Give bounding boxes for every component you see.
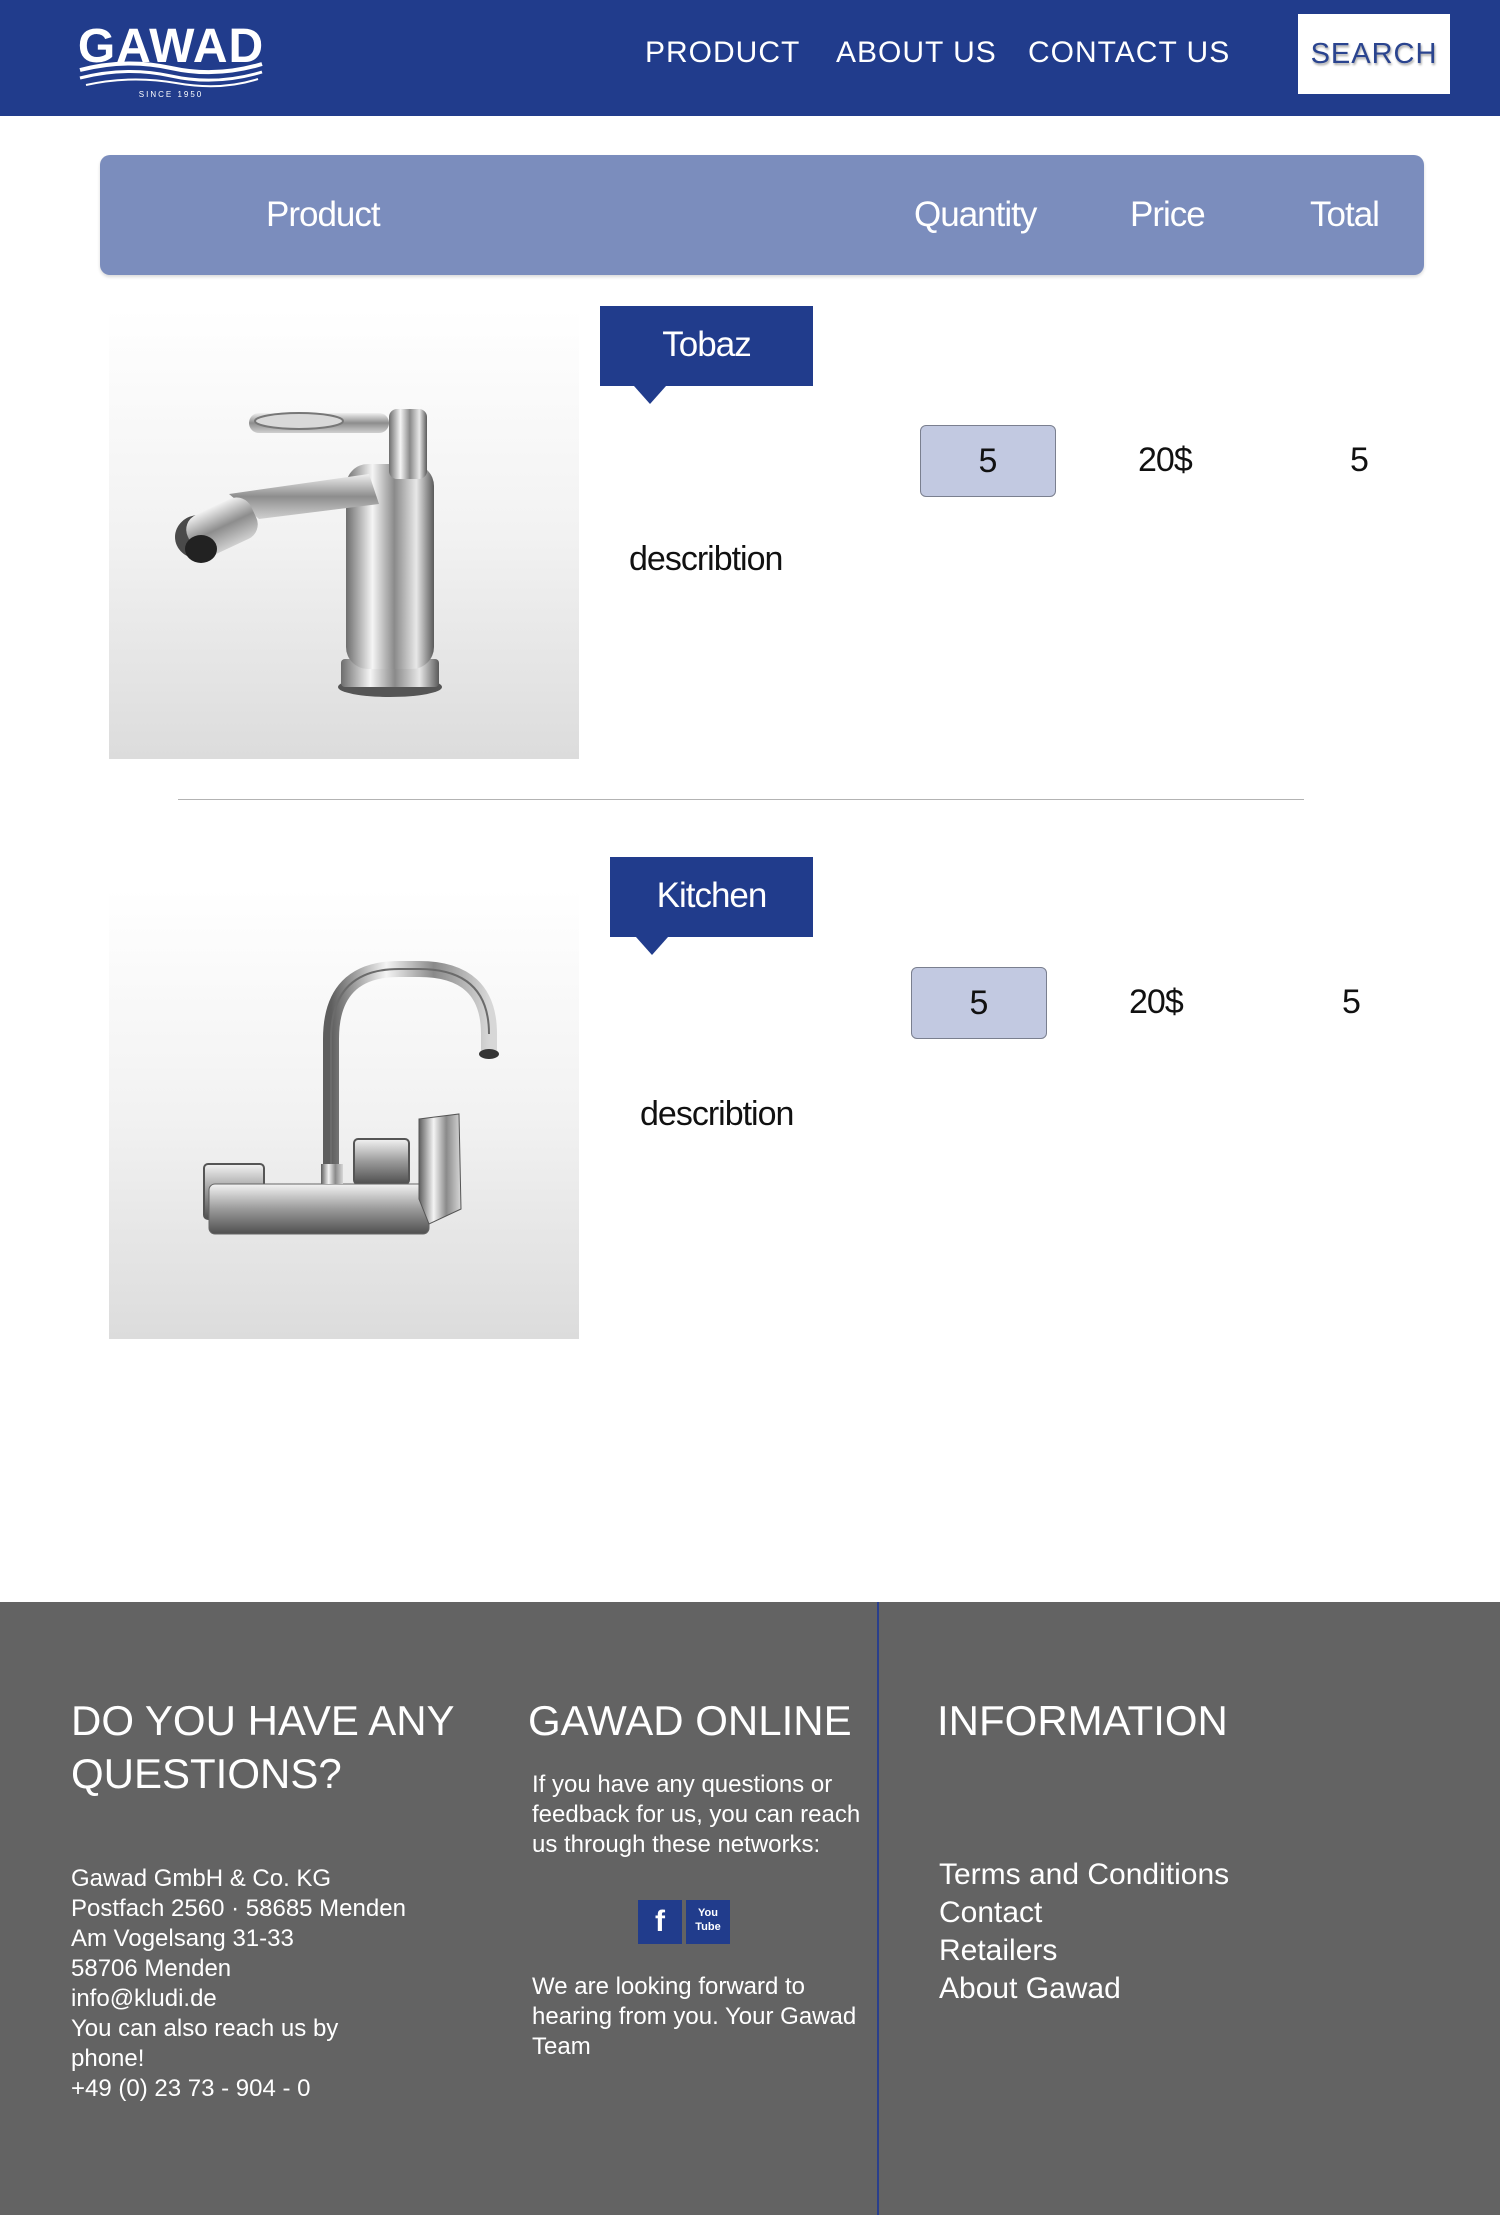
product-title-tag[interactable]: Kitchen	[610, 857, 813, 937]
gawad-logo[interactable]: GAWAD SINCE 1950	[76, 22, 266, 102]
quantity-input[interactable]	[920, 425, 1056, 497]
logo-waves-icon	[79, 61, 263, 88]
contact-link[interactable]: Contact	[939, 1894, 1339, 1932]
column-header-total: Total	[1310, 195, 1380, 234]
bidet-faucet-image	[175, 409, 442, 697]
nav-contact-us-link[interactable]: CONTACT US	[1028, 36, 1230, 70]
terms-link[interactable]: Terms and Conditions	[939, 1856, 1339, 1894]
product-total: 5	[1342, 983, 1361, 1021]
email-link[interactable]: info@kludi.de	[71, 1984, 411, 2014]
product-total: 5	[1350, 441, 1369, 479]
row-divider	[178, 799, 1304, 800]
product-image-bidet-faucet[interactable]	[109, 309, 579, 759]
nav-about-us-link[interactable]: ABOUT US	[836, 36, 997, 70]
footer-information-heading: INFORMATION	[937, 1697, 1228, 1744]
facebook-icon[interactable]: f	[638, 1900, 682, 1944]
phone-note: You can also reach us by phone!	[71, 2015, 339, 2072]
column-header-product: Product	[266, 195, 381, 234]
title-tag-pointer	[634, 386, 666, 404]
footer-contact-address: Gawad GmbH & Co. KG Postfach 2560 · 5868…	[71, 1864, 411, 2104]
street-address: Am Vogelsang 31-33	[71, 1925, 294, 1952]
top-navigation-bar: GAWAD SINCE 1950 PRODUCT ABOUT US CONTAC…	[0, 0, 1500, 116]
product-price: 20$	[1129, 983, 1184, 1021]
footer-online-heading: GAWAD ONLINE	[528, 1697, 852, 1744]
product-price: 20$	[1138, 441, 1193, 479]
company-name: Gawad GmbH & Co. KG	[71, 1865, 332, 1892]
footer-divider	[877, 1602, 879, 2215]
product-description: describtion	[640, 1095, 794, 1133]
product-description: describtion	[629, 540, 783, 578]
column-header-price: Price	[1130, 195, 1206, 234]
retailers-link[interactable]: Retailers	[939, 1932, 1339, 1970]
phone-number[interactable]: +49 (0) 23 73 - 904 - 0	[71, 2074, 411, 2104]
footer-questions-heading: DO YOU HAVE ANY QUESTIONS?	[71, 1697, 454, 1797]
column-header-quantity: Quantity	[914, 195, 1037, 234]
footer-online-outro: We are looking forward to hearing from y…	[532, 1973, 857, 2060]
nav-product-link[interactable]: PRODUCT	[645, 36, 800, 70]
product-image-kitchen-faucet[interactable]	[109, 889, 579, 1339]
title-tag-pointer	[636, 937, 668, 955]
youtube-icon[interactable]: You Tube	[686, 1900, 730, 1944]
quantity-input[interactable]	[911, 967, 1047, 1039]
logo-tagline: SINCE 1950	[138, 90, 204, 99]
about-gawad-link[interactable]: About Gawad	[939, 1970, 1339, 2008]
cart-table-header: Product Quantity Price Total	[100, 155, 1424, 275]
product-title-tag[interactable]: Tobaz	[600, 306, 813, 386]
city: 58706 Menden	[71, 1955, 232, 1982]
postal-box: Postfach 2560 · 58685 Menden	[71, 1895, 406, 1922]
footer-information-links: Terms and Conditions Contact Retailers A…	[939, 1856, 1339, 2008]
search-button[interactable]: SEARCH	[1298, 14, 1450, 94]
wall-kitchen-faucet-image	[203, 961, 499, 1235]
footer-online-intro: If you have any questions or feedback fo…	[532, 1771, 861, 1858]
